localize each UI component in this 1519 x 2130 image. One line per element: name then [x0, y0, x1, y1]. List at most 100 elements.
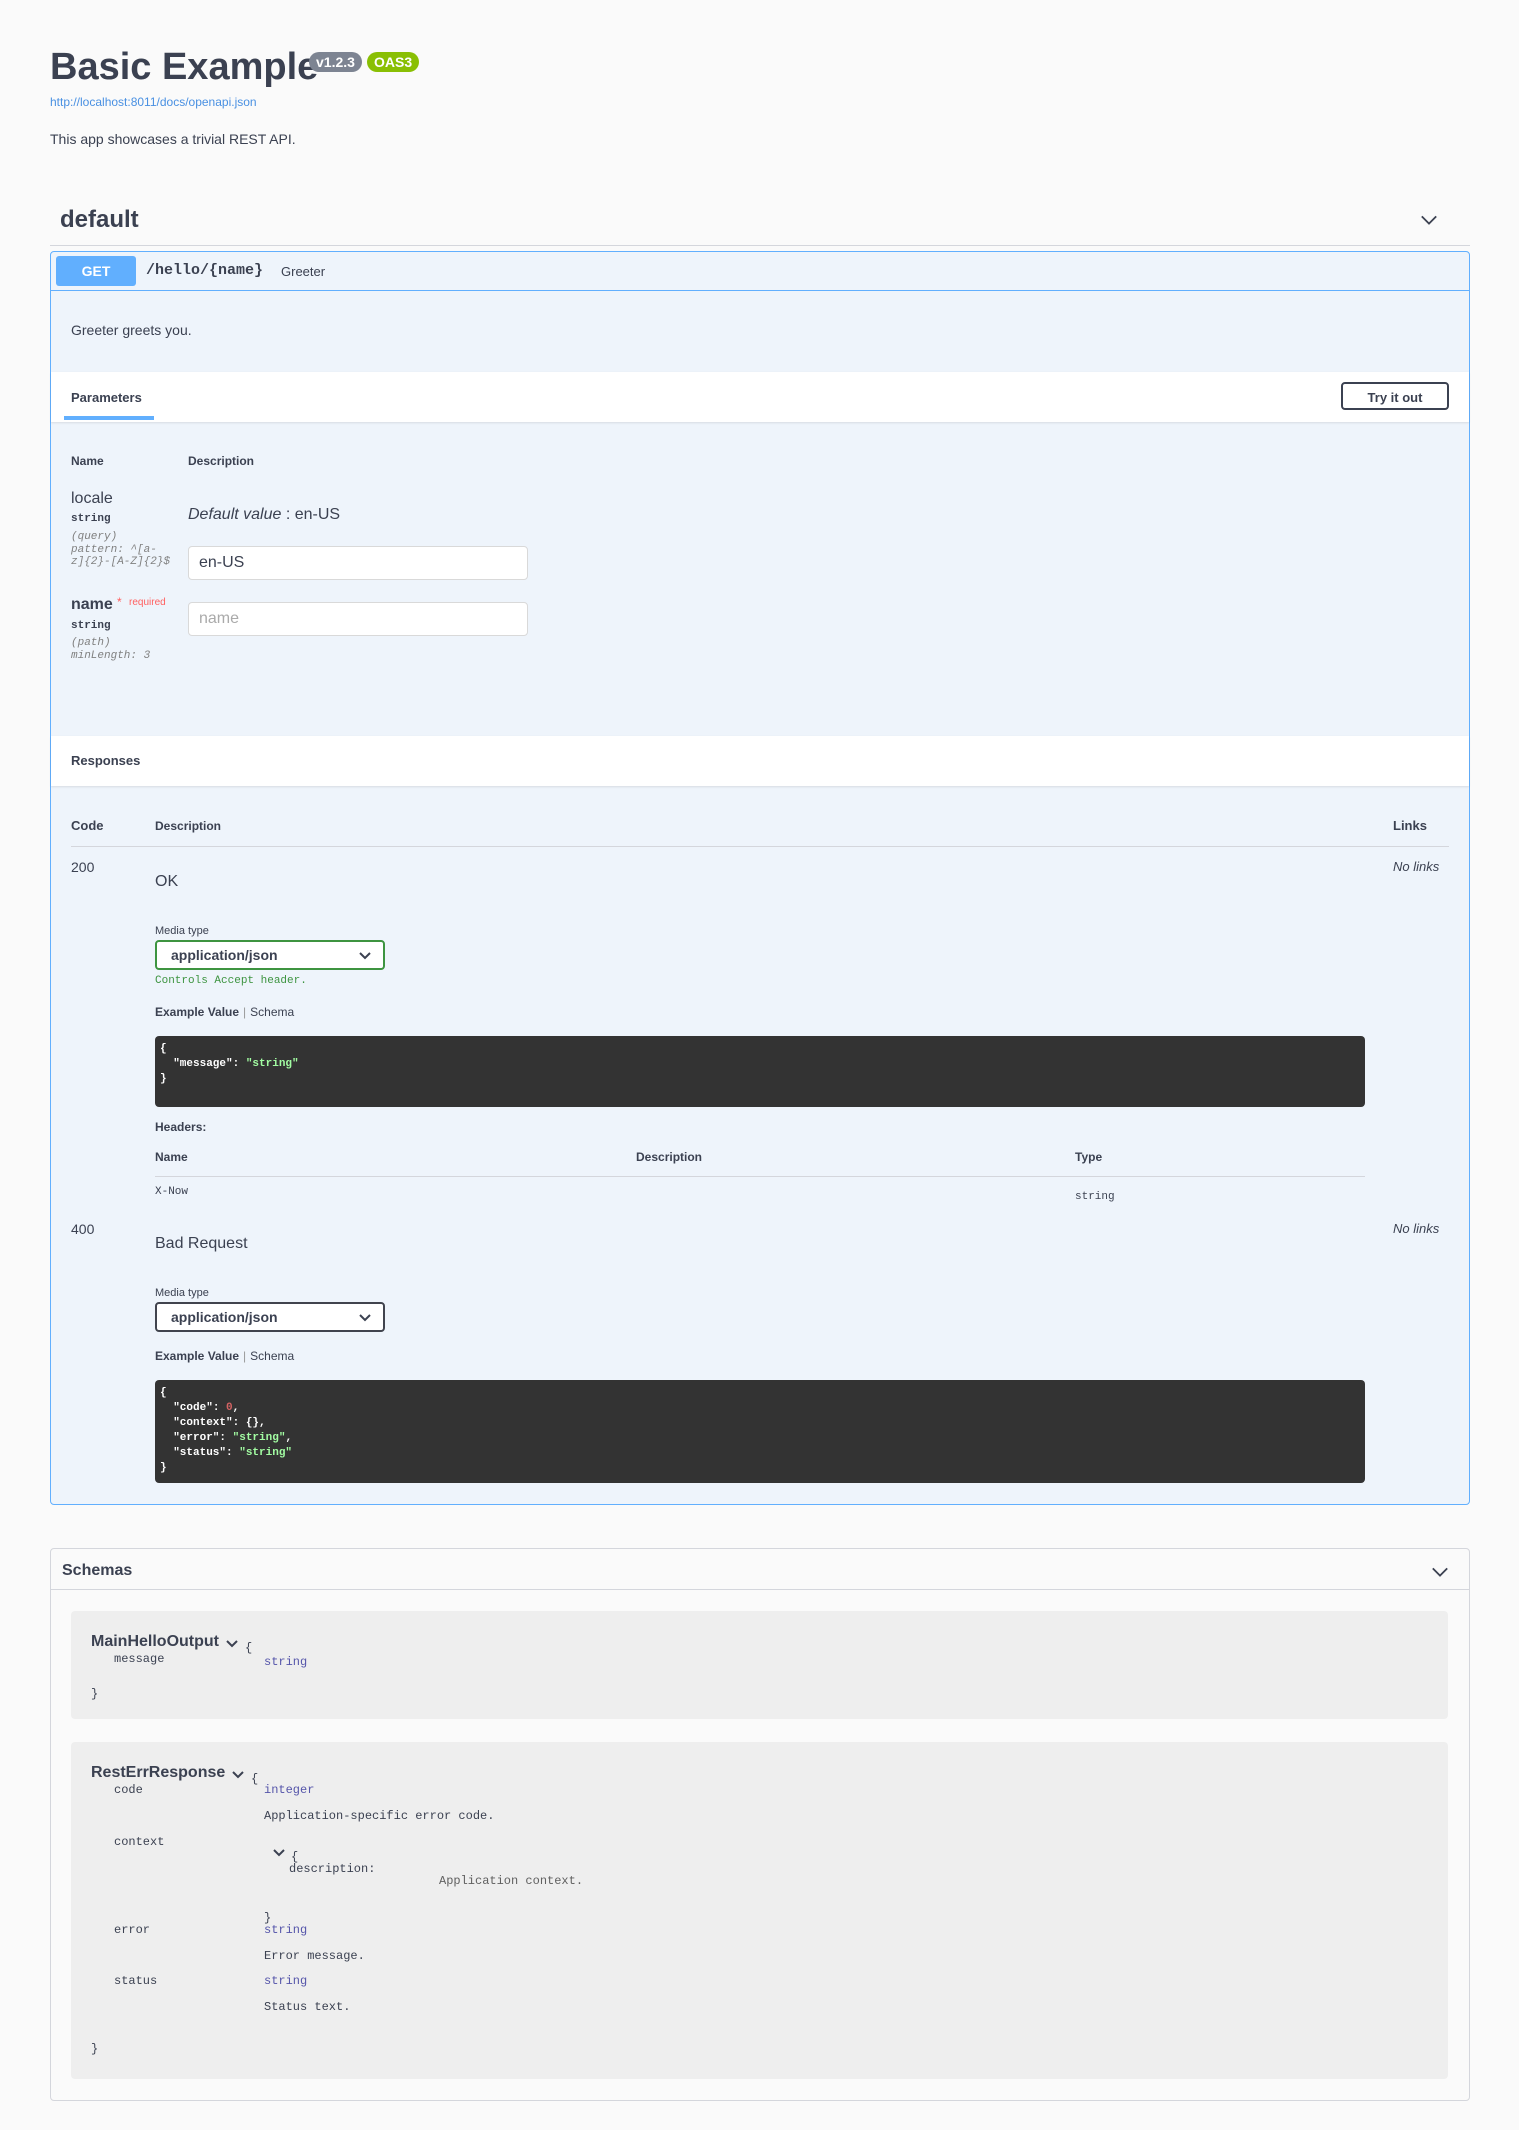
response-400-code: 400	[71, 1221, 95, 1237]
response-200-controls-note: Controls Accept header.	[155, 975, 307, 987]
tab-example-value[interactable]: Example Value	[155, 1005, 239, 1019]
response-200-media-label: Media type	[155, 925, 209, 937]
param-locale-pattern-2: z]{2}-[A-Z]{2}$	[71, 556, 171, 568]
responses-title: Responses	[71, 753, 141, 768]
code-colon: :	[232, 1058, 246, 1070]
response-200-description: OK	[155, 873, 179, 890]
prop-status-name: status	[114, 1974, 158, 1988]
tag-divider	[50, 245, 1470, 246]
model-name[interactable]: RestErrResponse	[91, 1764, 225, 1782]
oas-badge: OAS3	[367, 52, 420, 72]
prop-message-type: string	[264, 1655, 308, 1669]
locale-input[interactable]	[188, 546, 528, 580]
tag-default-title[interactable]: default	[60, 206, 139, 234]
chevron-down-icon[interactable]	[1420, 211, 1438, 229]
model-close-brace: }	[91, 1687, 99, 1701]
operation-get-hello: GET /hello/{name} Greeter Greeter greets…	[50, 251, 1470, 1505]
resp-col-description: Description	[155, 819, 222, 833]
tab-schema[interactable]: Schema	[250, 1005, 294, 1019]
response-400-links: No links	[1393, 1221, 1440, 1236]
spec-url-link[interactable]: http://localhost:8011/docs/openapi.json	[50, 95, 257, 109]
response-400-description: Bad Request	[155, 1235, 248, 1252]
schemas-title[interactable]: Schemas	[62, 1562, 132, 1580]
prop-code-type: integer	[264, 1783, 315, 1797]
model-open-brace: {	[245, 1641, 253, 1655]
version-badge: v1.2.3	[309, 52, 362, 72]
operation-summary[interactable]: GET /hello/{name} Greeter	[51, 252, 1469, 291]
param-name-minlength: minLength: 3	[71, 650, 151, 662]
tab-separator: |	[243, 1005, 247, 1019]
code-comma: ,	[232, 1402, 240, 1414]
chevron-down-icon[interactable]	[232, 1770, 244, 1780]
operation-description: Greeter greets you.	[71, 322, 192, 338]
header-x-now-type: string	[1075, 1191, 1115, 1203]
model-rest-err-response: RestErrResponse { code integer Applicati…	[71, 1742, 1448, 2079]
code-comma: ,	[259, 1417, 266, 1429]
code-comma: ,	[285, 1432, 293, 1444]
resp-col-links: Links	[1393, 818, 1427, 833]
header-x-now-name: X-Now	[155, 1186, 189, 1198]
parameters-header: Parameters Try it out	[51, 372, 1469, 422]
response-400-example-tabs: Example Value | Schema	[155, 1349, 294, 1363]
prop-status-type: string	[264, 1974, 308, 1988]
code-key-error: "error"	[173, 1432, 220, 1444]
schemas-section: Schemas MainHelloOutput { message string…	[50, 1548, 1470, 2101]
prop-code-desc: Application-specific error code.	[264, 1809, 495, 1823]
response-400-media-select[interactable]: application/json	[155, 1302, 385, 1332]
param-locale-pattern-1: pattern: ^[a-	[71, 544, 157, 556]
response-200-example-code: { "message": "string" }	[155, 1036, 1365, 1107]
prop-message-name: message	[114, 1652, 165, 1666]
response-200-example-tabs: Example Value | Schema	[155, 1005, 294, 1019]
prop-context-name: context	[114, 1835, 165, 1849]
code-value-number: 0	[226, 1402, 233, 1414]
try-it-out-button[interactable]: Try it out	[1341, 382, 1449, 410]
required-asterisk: *	[117, 595, 122, 609]
tab-example-value[interactable]: Example Value	[155, 1349, 239, 1363]
resp-header-divider	[71, 846, 1449, 847]
code-open-brace: {	[160, 1043, 167, 1055]
method-badge-get[interactable]: GET	[56, 256, 136, 286]
param-col-name: Name	[71, 454, 104, 468]
context-description-value: Application context.	[439, 1874, 584, 1888]
headers-divider	[155, 1176, 1365, 1177]
code-key-status: "status"	[173, 1447, 227, 1459]
tab-parameters-underline	[64, 416, 154, 420]
code-key-context: "context"	[173, 1417, 233, 1429]
chevron-down-icon[interactable]	[226, 1639, 238, 1649]
response-200-media-select[interactable]: application/json	[155, 940, 385, 970]
param-name-type: string	[71, 620, 111, 632]
response-200-media-value: application/json	[171, 947, 278, 963]
prop-status-desc: Status text.	[264, 2000, 351, 2014]
api-title: Basic Example	[50, 46, 319, 88]
tab-parameters[interactable]: Parameters	[71, 390, 142, 405]
tab-schema[interactable]: Schema	[250, 1349, 294, 1363]
chevron-down-icon	[359, 1314, 371, 1322]
name-input[interactable]	[188, 602, 528, 636]
response-400-media-value: application/json	[171, 1309, 278, 1325]
model-open-brace: {	[251, 1772, 259, 1786]
chevron-down-icon[interactable]	[1431, 1563, 1449, 1581]
headers-col-description: Description	[636, 1150, 703, 1164]
model-name[interactable]: MainHelloOutput	[91, 1633, 219, 1651]
response-200-headers-label: Headers:	[155, 1120, 207, 1134]
chevron-down-icon[interactable]	[273, 1848, 285, 1858]
context-description-key: description:	[289, 1862, 376, 1876]
default-value-text: : en-US	[285, 506, 341, 523]
code-key-message: "message"	[173, 1058, 233, 1070]
param-locale-type: string	[71, 513, 111, 525]
prop-error-desc: Error message.	[264, 1949, 365, 1963]
operation-path[interactable]: /hello/{name}	[146, 262, 263, 279]
code-open-brace: {	[160, 1387, 167, 1399]
code-value-string: "string"	[245, 1058, 299, 1070]
param-name-in: (path)	[71, 637, 111, 649]
swagger-page: Basic Example v1.2.3 OAS3 http://localho…	[0, 0, 1519, 2130]
code-close-brace: }	[160, 1462, 167, 1474]
param-locale-name: locale	[71, 490, 113, 507]
response-400-media-label: Media type	[155, 1287, 209, 1299]
code-key-code: "code"	[173, 1402, 213, 1414]
headers-col-type: Type	[1075, 1150, 1103, 1164]
code-value-string: "string"	[239, 1447, 293, 1459]
response-200-code: 200	[71, 859, 95, 875]
required-label: required	[129, 597, 166, 608]
prop-code-name: code	[114, 1783, 143, 1797]
